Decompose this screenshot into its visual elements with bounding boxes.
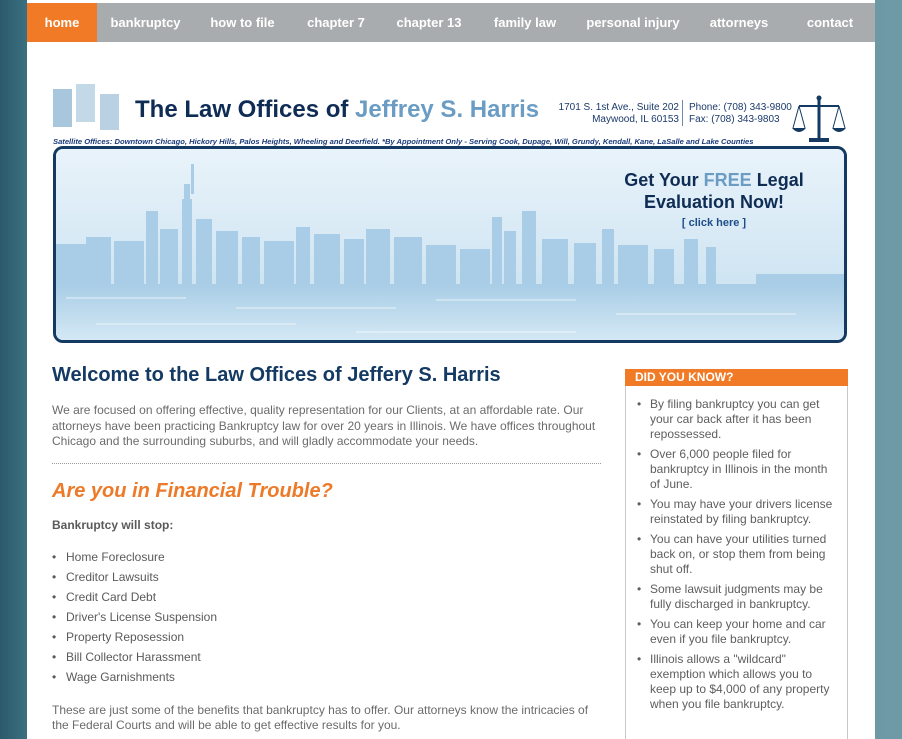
hero-banner[interactable]: Get Your FREE Legal Evaluation Now! [ cl… (53, 146, 847, 343)
fact-item: You can keep your home and car even if y… (635, 617, 837, 647)
nav-how-to-file[interactable]: how to file (194, 3, 291, 42)
list-item: Credit Card Debt (52, 587, 604, 607)
main-content: Welcome to the Law Offices of Jeffery S.… (52, 364, 604, 734)
nav-family-law[interactable]: family law (477, 3, 573, 42)
did-you-know-box: By filing bankruptcy you can get your ca… (625, 386, 848, 739)
nav-attorneys[interactable]: attorneys (693, 3, 785, 42)
fact-item: Illinois allows a "wildcard" exemption w… (635, 652, 837, 712)
nav-chapter-7[interactable]: chapter 7 (291, 3, 381, 42)
fact-item: By filing bankruptcy you can get your ca… (635, 397, 837, 442)
free-evaluation-cta[interactable]: Get Your FREE Legal Evaluation Now! [ cl… (604, 169, 824, 229)
financial-trouble-heading: Are you in Financial Trouble? (52, 479, 333, 502)
nav-contact[interactable]: contact (785, 3, 875, 42)
contact-divider (682, 100, 683, 126)
fact-item: You can have your utilities turned back … (635, 532, 837, 577)
list-item: Wage Garnishments (52, 667, 604, 687)
fact-item: Some lawsuit judgments may be fully disc… (635, 582, 837, 612)
nav-home[interactable]: home (27, 3, 97, 42)
page: home bankruptcy how to file chapter 7 ch… (27, 0, 875, 739)
click-here-link[interactable]: [ click here ] (604, 217, 824, 229)
site-title[interactable]: The Law Offices of Jeffrey S. Harris (135, 96, 539, 124)
bankruptcy-stop-label: Bankruptcy will stop: (52, 517, 174, 532)
nav-chapter-13[interactable]: chapter 13 (381, 3, 477, 42)
did-you-know-panel: DID YOU KNOW? By filing bankruptcy you c… (625, 369, 848, 739)
office-address: 1701 S. 1st Ave., Suite 202 Maywood, IL … (558, 102, 679, 125)
main-nav: home bankruptcy how to file chapter 7 ch… (27, 3, 875, 42)
intro-paragraph: We are focused on offering effective, qu… (52, 403, 596, 448)
nav-bankruptcy[interactable]: bankruptcy (97, 3, 194, 42)
divider (52, 462, 601, 464)
bankruptcy-stop-list: Home Foreclosure Creditor Lawsuits Credi… (52, 547, 604, 687)
satellite-offices: Satellite Offices: Downtown Chicago, Hic… (53, 137, 754, 146)
list-item: Home Foreclosure (52, 547, 604, 567)
list-item: Creditor Lawsuits (52, 567, 604, 587)
office-contact: Phone: (708) 343-9800 Fax: (708) 343-980… (689, 102, 792, 125)
nav-personal-injury[interactable]: personal injury (573, 3, 693, 42)
facts-list: By filing bankruptcy you can get your ca… (635, 397, 837, 712)
fact-item: Over 6,000 people filed for bankruptcy i… (635, 447, 837, 492)
page-title: Welcome to the Law Offices of Jeffery S.… (52, 364, 501, 386)
benefits-paragraph: These are just some of the benefits that… (52, 702, 589, 733)
fact-item: You may have your drivers license reinst… (635, 497, 837, 527)
did-you-know-heading: DID YOU KNOW? (625, 369, 848, 386)
list-item: Property Reposession (52, 627, 604, 647)
list-item: Bill Collector Harassment (52, 647, 604, 667)
list-item: Driver's License Suspension (52, 607, 604, 627)
